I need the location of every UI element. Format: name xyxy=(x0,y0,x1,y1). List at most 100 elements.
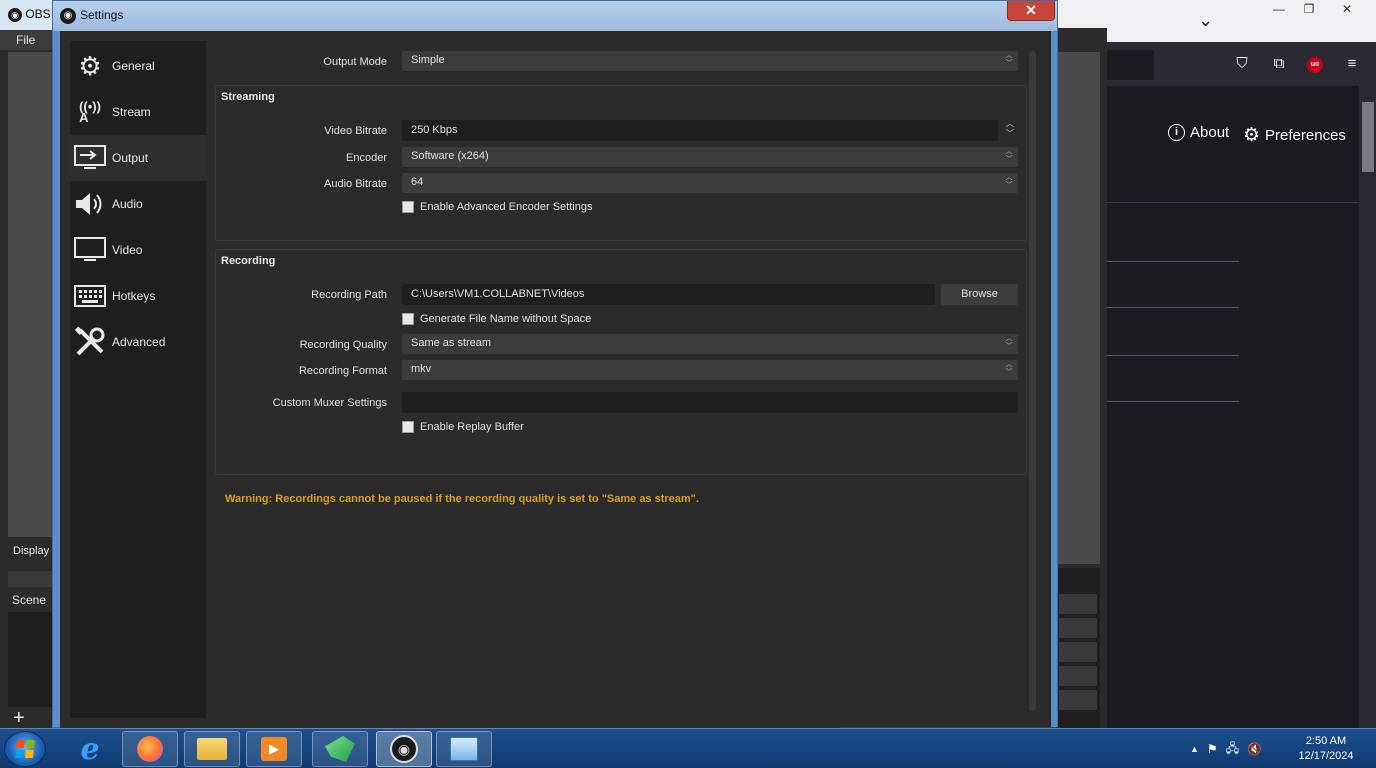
divider xyxy=(1106,261,1239,262)
settings-titlebar: ◉ Settings ✕ xyxy=(53,1,1057,31)
sidebar-item-video[interactable]: Video xyxy=(70,227,206,273)
obs-main-window-right xyxy=(1057,28,1107,728)
menu-icon[interactable]: ≡ xyxy=(1342,54,1362,74)
monitor-icon xyxy=(73,233,107,267)
taskbar-internet-explorer[interactable]: e xyxy=(62,731,118,767)
gear-icon: ⚙ xyxy=(1243,125,1261,146)
sidebar-item-stream[interactable]: ((•)) A Stream xyxy=(70,89,206,135)
scrollbar[interactable] xyxy=(1359,86,1376,728)
media-player-icon: ▶ xyxy=(261,737,287,761)
output-mode-value: Simple xyxy=(411,54,445,66)
updown-icon: ︿ ﹀ xyxy=(1005,148,1013,163)
browse-button[interactable]: Browse xyxy=(941,284,1018,305)
flag-icon[interactable]: ⚑ xyxy=(1207,742,1218,756)
divider xyxy=(1106,307,1239,308)
audio-bitrate-select[interactable]: 64 ︿ ﹀ xyxy=(402,173,1018,193)
video-bitrate-spinner[interactable]: ︿ ﹀ xyxy=(1002,119,1018,141)
close-button[interactable]: ✕ xyxy=(1007,1,1055,21)
checkbox[interactable] xyxy=(402,421,414,433)
custom-muxer-input[interactable] xyxy=(402,392,1018,413)
folder-icon xyxy=(197,738,227,760)
audio-bitrate-label: Audio Bitrate xyxy=(324,178,387,190)
antenna-icon: ((•)) A xyxy=(79,99,101,125)
recording-quality-select[interactable]: Same as stream ︿ ﹀ xyxy=(402,334,1018,354)
sidebar-item-advanced[interactable]: Advanced xyxy=(70,319,206,365)
speaker-icon xyxy=(73,187,107,221)
taskbar-control-panel[interactable] xyxy=(436,731,492,767)
preferences-label: Preferences xyxy=(1265,127,1346,144)
network-icon[interactable]: 🖧 xyxy=(1226,739,1239,760)
no-space-checkbox[interactable]: Generate File Name without Space xyxy=(402,313,591,325)
mixer-dock xyxy=(1057,568,1100,728)
checkbox[interactable] xyxy=(402,313,414,325)
recording-path-label: Recording Path xyxy=(311,289,387,301)
close-icon[interactable]: ✕ xyxy=(1332,0,1362,20)
obs-titlebar: ◉ OBS xyxy=(0,0,52,30)
clock-time: 2:50 AM xyxy=(1305,735,1347,747)
taskbar-media-player[interactable]: ▶ xyxy=(246,731,302,767)
sidebar-item-audio[interactable]: Audio xyxy=(70,181,206,227)
checkbox[interactable] xyxy=(402,201,414,213)
recording-path-input[interactable]: C:\Users\VM1.COLLABNET\Videos xyxy=(402,284,935,305)
sidebar-item-general[interactable]: ⚙ General xyxy=(70,43,206,89)
scrollbar-thumb[interactable] xyxy=(1362,102,1374,172)
obs-preview xyxy=(1057,52,1100,564)
encoder-select[interactable]: Software (x264) ︿ ﹀ xyxy=(402,147,1018,167)
clock-date: 12/17/2024 xyxy=(1298,750,1354,762)
sidebar-item-label: Audio xyxy=(112,197,143,211)
taskbar-firefox[interactable] xyxy=(122,731,178,767)
taskbar-file-explorer[interactable] xyxy=(184,731,240,767)
streaming-title: Streaming xyxy=(221,91,275,103)
output-mode-select[interactable]: Simple ︿ ﹀ xyxy=(402,51,1018,71)
minimize-icon[interactable]: — xyxy=(1264,0,1294,20)
menu-file[interactable]: File xyxy=(0,30,52,50)
list-item xyxy=(1059,642,1097,662)
video-bitrate-input[interactable]: 250 Kbps xyxy=(402,120,998,141)
chevron-down-icon[interactable]: ⌄ xyxy=(1198,10,1213,31)
warning-text: Warning: Recordings cannot be paused if … xyxy=(225,493,699,505)
preferences-link[interactable]: ⚙ Preferences xyxy=(1243,124,1346,147)
clock[interactable]: 2:50 AM 12/17/2024 xyxy=(1290,734,1362,764)
sidebar-item-hotkeys[interactable]: Hotkeys xyxy=(70,273,206,319)
replay-buffer-checkbox[interactable]: Enable Replay Buffer xyxy=(402,421,524,433)
list-item xyxy=(1059,618,1097,638)
scrollbar-thumb[interactable] xyxy=(1029,51,1036,711)
audio-bitrate-value: 64 xyxy=(411,176,424,188)
updown-icon: ︿ ﹀ xyxy=(1005,174,1013,189)
encoder-value: Software (x264) xyxy=(411,150,489,162)
dialog-title: Settings xyxy=(80,8,124,22)
scrollbar[interactable] xyxy=(1028,41,1037,718)
list-item xyxy=(1059,690,1097,710)
replay-buffer-label: Enable Replay Buffer xyxy=(420,421,524,433)
sidebar-item-label: General xyxy=(112,59,155,73)
add-scene-icon[interactable]: + xyxy=(13,707,25,730)
volume-muted-icon[interactable]: 🔇 xyxy=(1247,742,1262,756)
extensions-icon[interactable]: ⧉ xyxy=(1269,54,1289,74)
pocket-icon[interactable]: ⛉ xyxy=(1232,54,1252,74)
output-icon xyxy=(73,141,107,175)
encoder-label: Encoder xyxy=(346,152,387,164)
settings-body: ⚙ General ((•)) A Stream Output Audio Vi… xyxy=(60,31,1060,731)
gear-icon: ⚙ xyxy=(78,50,102,81)
updown-icon: ︿ ﹀ xyxy=(1005,335,1013,350)
list-item xyxy=(1059,594,1097,614)
show-hidden-icons-icon[interactable]: ▲ xyxy=(1190,744,1199,754)
taskbar-obs-studio[interactable]: ◉ xyxy=(376,731,432,767)
green-app-icon xyxy=(325,736,355,762)
taskbar-green-app[interactable] xyxy=(312,731,368,767)
ublock-icon[interactable]: uo xyxy=(1307,57,1323,73)
about-link[interactable]: i About xyxy=(1168,124,1229,141)
system-tray: ▲ ⚑ 🖧 🔇 xyxy=(1190,729,1262,768)
control-panel-icon xyxy=(450,737,478,761)
display-label: Display xyxy=(13,545,50,557)
divider xyxy=(1106,355,1239,356)
advanced-encoder-checkbox[interactable]: Enable Advanced Encoder Settings xyxy=(402,201,592,213)
restore-icon[interactable]: ❐ xyxy=(1294,0,1324,20)
scenes-dock xyxy=(8,612,52,707)
video-bitrate-label: Video Bitrate xyxy=(324,125,387,137)
divider xyxy=(1106,401,1239,402)
toolbar-strip xyxy=(8,571,52,587)
sidebar-item-output[interactable]: Output xyxy=(70,135,206,181)
recording-format-select[interactable]: mkv ︿ ﹀ xyxy=(402,360,1018,380)
start-button[interactable] xyxy=(4,731,46,767)
